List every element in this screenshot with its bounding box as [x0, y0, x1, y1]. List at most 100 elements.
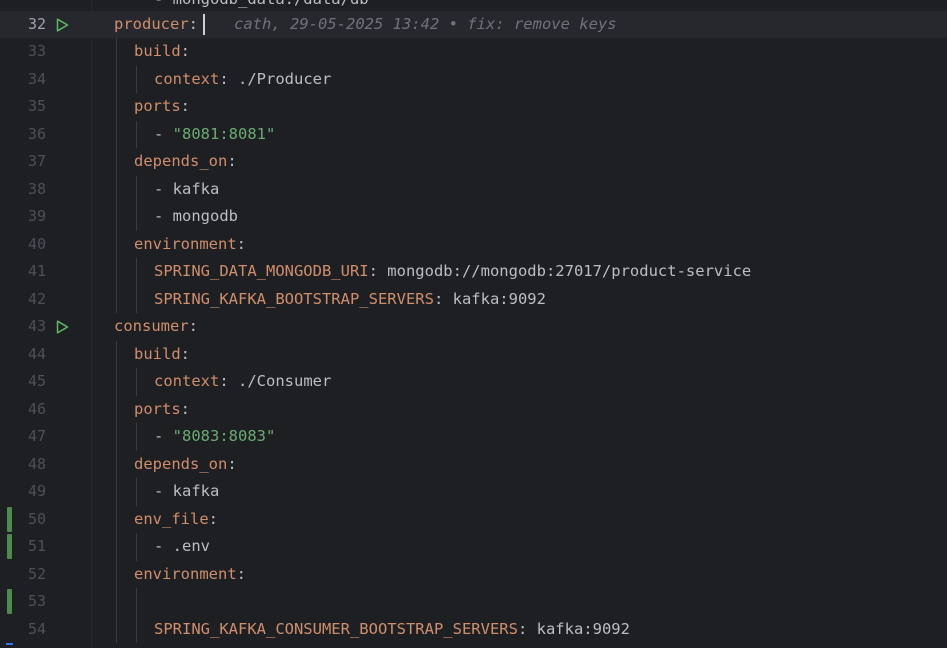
- code-line[interactable]: 52 environment:: [0, 560, 947, 589]
- run-icon[interactable]: [54, 319, 70, 335]
- code-line[interactable]: 37 depends_on:: [0, 148, 947, 176]
- line-number[interactable]: 38: [0, 176, 46, 204]
- indent-guide: [116, 175, 117, 203]
- code-text[interactable]: build:: [134, 341, 190, 369]
- indent-guide: [136, 423, 137, 451]
- code-text[interactable]: - "8081:8081": [154, 121, 275, 149]
- indent-guide: [116, 423, 117, 451]
- line-number[interactable]: 52: [0, 561, 46, 589]
- code-text[interactable]: SPRING_DATA_MONGODB_URI: mongodb://mongo…: [154, 258, 751, 286]
- yaml-key: context: [154, 372, 220, 390]
- line-number[interactable]: 43: [0, 313, 46, 341]
- code-text[interactable]: build:: [134, 38, 190, 66]
- code-text[interactable]: environment:: [134, 231, 246, 259]
- yaml-text: - kafka: [154, 179, 220, 198]
- line-number[interactable]: 48: [0, 451, 46, 479]
- code-line[interactable]: 46 ports:: [0, 395, 947, 424]
- line-number[interactable]: 39: [0, 203, 46, 231]
- line-number[interactable]: 47: [0, 423, 46, 451]
- code-line[interactable]: 49 - kafka: [0, 478, 947, 506]
- yaml-key: depends_on: [134, 454, 228, 473]
- line-number[interactable]: 41: [0, 258, 46, 286]
- code-line[interactable]: 42 SPRING_KAFKA_BOOTSTRAP_SERVERS: kafka:…: [0, 285, 947, 314]
- yaml-text: : ./Consumer: [219, 372, 332, 390]
- code-editor[interactable]: - mongodb_data:/data/db 32producer:cath,…: [0, 0, 947, 648]
- code-text[interactable]: environment:: [134, 561, 246, 589]
- yaml-text: :: [227, 454, 237, 473]
- code-text[interactable]: - .env: [154, 533, 210, 561]
- yaml-text: :: [188, 14, 198, 33]
- code-line[interactable]: 44 build:: [0, 340, 947, 369]
- change-marker-icon[interactable]: [7, 506, 12, 532]
- code-line[interactable]: 47 - "8083:8083": [0, 423, 947, 451]
- code-line[interactable]: 39 - mongodb: [0, 203, 947, 231]
- code-text[interactable]: context: ./Consumer: [154, 368, 331, 396]
- code-text[interactable]: producer:: [114, 11, 198, 39]
- yaml-text: : kafka:9092: [517, 619, 630, 638]
- code-line[interactable]: 48 depends_on:: [0, 450, 947, 479]
- code-line[interactable]: 36 - "8081:8081": [0, 120, 947, 149]
- code-line[interactable]: 53: [0, 588, 947, 616]
- indent-guide: [136, 203, 137, 231]
- yaml-text: :: [188, 317, 198, 335]
- yaml-text: :: [236, 234, 246, 253]
- yaml-text: :: [180, 42, 191, 60]
- code-line[interactable]: 32 producer: cath, 29-05-2025 13:42 • fix:…: [0, 10, 947, 39]
- indent-guide: [136, 120, 137, 148]
- yaml-string: "8081:8081": [172, 124, 276, 143]
- line-number[interactable]: 45: [0, 368, 46, 396]
- change-marker-icon[interactable]: [7, 589, 12, 614]
- code-text[interactable]: depends_on:: [134, 148, 237, 176]
- line-number[interactable]: 49: [0, 478, 46, 506]
- code-text[interactable]: - mongodb: [154, 203, 238, 231]
- indent-guide: [116, 395, 117, 423]
- yaml-key: build: [134, 42, 181, 60]
- code-text[interactable]: - "8083:8083": [154, 423, 275, 451]
- line-number[interactable]: 37: [0, 148, 46, 176]
- code-line[interactable]: 54 SPRING_KAFKA_CONSUMER_BOOTSTRAP_SERVER…: [0, 615, 947, 644]
- line-number[interactable]: 35: [0, 93, 46, 121]
- code-line[interactable]: 33 build:: [0, 38, 947, 66]
- code-text[interactable]: SPRING_KAFKA_CONSUMER_BOOTSTRAP_SERVERS:…: [154, 616, 630, 644]
- line-number[interactable]: 54: [0, 616, 46, 644]
- code-line[interactable]: 35 ports:: [0, 93, 947, 121]
- line-number[interactable]: 32: [0, 11, 46, 39]
- inline-blame-annotation[interactable]: cath, 29-05-2025 13:42 • fix: remove key…: [234, 11, 617, 39]
- yaml-key: environment: [134, 564, 237, 583]
- indent-guide: [116, 203, 117, 231]
- indent-guide: [116, 560, 117, 588]
- text-cursor: [203, 13, 205, 35]
- yaml-key: producer: [114, 14, 189, 33]
- change-marker-icon[interactable]: [7, 534, 12, 559]
- code-line[interactable]: 38 - kafka: [0, 175, 947, 204]
- code-line[interactable]: 43 consumer:: [0, 313, 947, 341]
- line-number[interactable]: 33: [0, 38, 46, 66]
- line-number[interactable]: 44: [0, 341, 46, 369]
- run-icon[interactable]: [54, 17, 70, 33]
- line-number[interactable]: 36: [0, 121, 46, 149]
- code-text[interactable]: - kafka: [154, 176, 219, 204]
- code-line[interactable]: 34 context: ./Producer: [0, 65, 947, 94]
- code-text[interactable]: ports:: [134, 93, 190, 121]
- code-line[interactable]: 51- .env: [0, 533, 947, 561]
- yaml-text: : kafka:9092: [433, 289, 546, 308]
- line-number[interactable]: 46: [0, 396, 46, 424]
- code-line[interactable]: 50 env_file:: [0, 505, 947, 534]
- code-text[interactable]: env_file:: [134, 506, 218, 534]
- code-text[interactable]: ports:: [134, 396, 190, 424]
- yaml-text: :: [180, 97, 191, 115]
- code-text[interactable]: depends_on:: [134, 451, 237, 479]
- code-line[interactable]: 45 context: ./Consumer: [0, 368, 947, 396]
- indent-guide: [136, 615, 137, 643]
- indent-guide: [116, 93, 117, 121]
- code-text[interactable]: - kafka: [154, 478, 219, 506]
- code-text[interactable]: SPRING_KAFKA_BOOTSTRAP_SERVERS: kafka:90…: [154, 286, 546, 314]
- code-line[interactable]: 40 environment:: [0, 230, 947, 259]
- line-number[interactable]: 40: [0, 231, 46, 259]
- indent-guide: [136, 533, 137, 561]
- line-number[interactable]: 34: [0, 66, 46, 94]
- code-text[interactable]: context: ./Producer: [154, 66, 331, 94]
- code-line[interactable]: 41 SPRING_DATA_MONGODB_URI: mongodb://mon…: [0, 258, 947, 286]
- line-number[interactable]: 42: [0, 286, 46, 314]
- code-text[interactable]: consumer:: [114, 313, 198, 341]
